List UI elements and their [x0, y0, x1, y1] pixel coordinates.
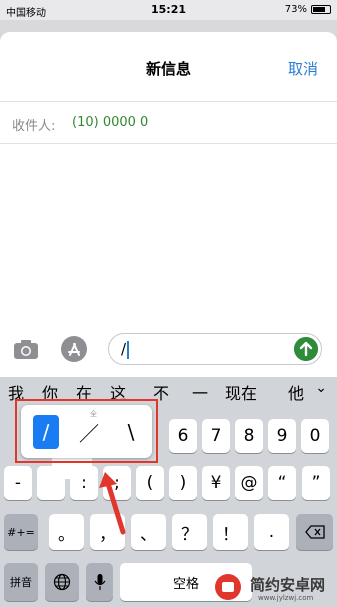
- key-digit[interactable]: 8: [235, 419, 263, 453]
- chevron-down-icon[interactable]: ⌄: [315, 380, 327, 396]
- text-caret: [127, 341, 129, 359]
- arrow-annotation: [99, 472, 126, 535]
- key-symbol[interactable]: (: [136, 466, 164, 500]
- appstore-icon[interactable]: [60, 335, 88, 363]
- key-digit[interactable]: 6: [169, 419, 197, 453]
- divider: [0, 143, 337, 144]
- globe-key[interactable]: [45, 563, 79, 601]
- backspace-key[interactable]: [296, 514, 333, 550]
- message-text: /: [121, 340, 127, 358]
- status-right: 73%: [285, 4, 331, 15]
- watermark-text: 简约安卓网: [250, 576, 326, 594]
- battery-percent: 73%: [284, 4, 307, 15]
- battery-icon: [311, 5, 331, 14]
- status-bar: 中国移动 15:21 73%: [0, 0, 337, 20]
- key-symbol[interactable]: “: [268, 466, 296, 500]
- key-symbol[interactable]: ”: [302, 466, 330, 500]
- candidate-word[interactable]: 他: [288, 380, 304, 404]
- key-digit[interactable]: 7: [202, 419, 230, 453]
- key-symbol[interactable]: ): [169, 466, 197, 500]
- key-symbol[interactable]: @: [235, 466, 263, 500]
- page-title: 新信息: [145, 60, 191, 78]
- camera-icon[interactable]: [12, 335, 40, 363]
- more-symbols-key[interactable]: #+=: [4, 514, 38, 550]
- key-punct[interactable]: ？: [172, 514, 207, 550]
- send-button[interactable]: [294, 337, 318, 361]
- key-symbol[interactable]: -: [4, 466, 32, 500]
- highlight-box: [15, 399, 158, 463]
- key-punct[interactable]: ！: [213, 514, 248, 550]
- key-punct[interactable]: .: [254, 514, 289, 550]
- microphone-key[interactable]: [86, 563, 113, 601]
- pinyin-key[interactable]: 拼音: [4, 563, 38, 601]
- globe-icon: [53, 573, 71, 591]
- backspace-icon: [304, 525, 325, 539]
- divider: [0, 101, 337, 102]
- recipient-field[interactable]: (10) 0000 0: [72, 115, 148, 130]
- candidate-word[interactable]: 现在: [225, 380, 257, 404]
- key-symbol[interactable]: ¥: [202, 466, 230, 500]
- compose-sheet: [0, 32, 337, 377]
- key-digit[interactable]: 0: [301, 419, 329, 453]
- microphone-icon: [94, 574, 105, 590]
- key-punct[interactable]: 。: [49, 514, 84, 550]
- recipient-label: 收件人:: [12, 119, 56, 134]
- key-digit[interactable]: 9: [268, 419, 296, 453]
- watermark-url: www.jylzwj.com: [258, 594, 314, 602]
- message-input[interactable]: /: [108, 333, 322, 365]
- candidate-word[interactable]: 一: [192, 380, 208, 404]
- key-punct[interactable]: 、: [131, 514, 166, 550]
- cancel-button[interactable]: 取消: [288, 58, 318, 79]
